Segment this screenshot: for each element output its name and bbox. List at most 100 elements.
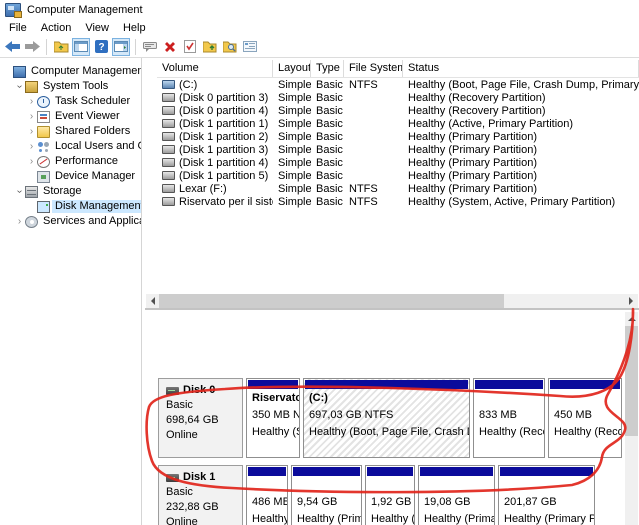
sidebar-item-performance[interactable]: ›Performance (0, 154, 141, 169)
volume-row[interactable]: (C:)SimpleBasicNTFSHealthy (Boot, Page F… (157, 78, 639, 91)
partition-0-3[interactable]: 450 MBHealthy (Reco (548, 378, 622, 458)
partition-1-0[interactable]: 486 MBHealthy (246, 465, 288, 525)
cell-layout: Simple (273, 92, 311, 104)
volume-row[interactable]: Riservato per il sistemaSimpleBasicNTFSH… (157, 195, 639, 208)
partition-name: Riservato pe (247, 390, 299, 407)
partition-type-bar (248, 467, 286, 476)
cell-volume: Lexar (F:) (157, 183, 273, 195)
callout-icon[interactable] (141, 38, 159, 56)
scroll-up-icon[interactable] (625, 312, 638, 325)
partition-0-2[interactable]: 833 MBHealthy (Recov (473, 378, 545, 458)
horizontal-scrollbar[interactable] (146, 294, 638, 308)
cell-volume: (Disk 1 partition 2) (157, 131, 273, 143)
chevron-expanded-icon[interactable]: › (14, 81, 25, 92)
menu-action[interactable]: Action (34, 21, 79, 35)
chevron-collapsed-icon[interactable]: › (26, 141, 37, 152)
open-folder-icon[interactable] (201, 38, 219, 56)
volume-list: VolumeLayoutTypeFile SystemStatus (C:)Si… (157, 60, 639, 294)
partition-type-bar (500, 467, 593, 476)
chevron-collapsed-icon[interactable]: › (26, 126, 37, 137)
partition-status: Healthy (P (366, 511, 414, 525)
chevron-collapsed-icon[interactable]: › (26, 111, 37, 122)
sidebar-item-local-users-and-groups[interactable]: ›Local Users and Groups (0, 139, 141, 154)
column-header-layout[interactable]: Layout (273, 60, 311, 77)
menu-view[interactable]: View (78, 21, 116, 35)
disk-state: Online (166, 515, 242, 525)
sidebar-item-system-tools[interactable]: › System Tools (0, 79, 141, 94)
chevron-collapsed-icon[interactable]: › (14, 216, 25, 227)
volume-row[interactable]: Lexar (F:)SimpleBasicNTFSHealthy (Primar… (157, 182, 639, 195)
vertical-scrollbar-thumb[interactable] (625, 326, 638, 436)
partition-1-4[interactable]: 201,87 GBHealthy (Primary Pa (498, 465, 595, 525)
sidebar-item-storage[interactable]: › Storage (0, 184, 141, 199)
chevron-collapsed-icon[interactable]: › (26, 156, 37, 167)
scroll-left-icon[interactable] (146, 294, 159, 308)
sidebar-item-services-and-applications[interactable]: ›Services and Applications (0, 214, 141, 229)
sidebar-item-shared-folders[interactable]: ›Shared Folders (0, 124, 141, 139)
partition-name (499, 477, 594, 494)
sidebar-item-label: Storage (40, 185, 85, 198)
partition-name (474, 390, 544, 407)
storage-icon (25, 186, 38, 198)
partition-1-3[interactable]: 19,08 GBHealthy (Prima (418, 465, 495, 525)
disk-kind: Basic (166, 398, 242, 413)
cell-type: Basic (311, 79, 344, 91)
volume-name: (C:) (179, 79, 197, 91)
horizontal-scrollbar-thumb[interactable] (159, 294, 504, 308)
column-header-volume[interactable]: Volume (157, 60, 273, 77)
volume-icon (162, 80, 175, 89)
disk-label-1[interactable]: Disk 1Basic232,88 GBOnline (158, 465, 243, 525)
sidebar-item-device-manager[interactable]: Device Manager (0, 169, 141, 184)
mark-partition-icon[interactable] (181, 38, 199, 56)
menu-file[interactable]: File (2, 21, 34, 35)
volume-row[interactable]: (Disk 1 partition 4)SimpleBasicHealthy (… (157, 156, 639, 169)
show-action-pane-icon[interactable] (112, 38, 130, 56)
partition-1-2[interactable]: 1,92 GBHealthy (P (365, 465, 415, 525)
cell-layout: Simple (273, 131, 311, 143)
volume-row[interactable]: (Disk 1 partition 3)SimpleBasicHealthy (… (157, 143, 639, 156)
sidebar-item-label: Device Manager (52, 170, 138, 183)
partition-1-1[interactable]: 9,54 GBHealthy (Prim (291, 465, 362, 525)
volume-row[interactable]: (Disk 0 partition 3)SimpleBasicHealthy (… (157, 91, 639, 104)
sidebar-item-computer-management-local-[interactable]: Computer Management (Local) (0, 64, 141, 79)
sidebar-item-task-scheduler[interactable]: ›Task Scheduler (0, 94, 141, 109)
back-icon[interactable] (3, 38, 21, 56)
properties-icon[interactable] (241, 38, 259, 56)
column-header-type[interactable]: Type (311, 60, 344, 77)
partition-size: 201,87 GB (499, 494, 594, 511)
sidebar-item-event-viewer[interactable]: ›Event Viewer (0, 109, 141, 124)
volume-list-header: VolumeLayoutTypeFile SystemStatus (157, 60, 639, 78)
sidebar-item-disk-management[interactable]: Disk Management (0, 199, 141, 214)
chevron-expanded-icon[interactable]: › (14, 186, 25, 197)
volume-name: (Disk 1 partition 5) (179, 170, 268, 182)
forward-icon[interactable] (23, 38, 41, 56)
volume-icon (162, 171, 175, 180)
horizontal-scrollbar-track[interactable] (504, 294, 625, 308)
computer-management-window: Computer Management FileActionViewHelp ? (0, 0, 639, 525)
volume-row[interactable]: (Disk 0 partition 4)SimpleBasicHealthy (… (157, 104, 639, 117)
show-console-tree-icon[interactable] (72, 38, 90, 56)
menu-help[interactable]: Help (116, 21, 153, 35)
up-one-level-icon[interactable] (52, 38, 70, 56)
vertical-scrollbar[interactable] (625, 312, 638, 525)
partition-0-1[interactable]: (C:)697,03 GB NTFSHealthy (Boot, Page Fi… (303, 378, 470, 458)
chevron-collapsed-icon[interactable]: › (26, 96, 37, 107)
partition-0-0[interactable]: Riservato pe350 MB NTFSHealthy (Syst (246, 378, 300, 458)
partition-name (366, 477, 414, 494)
volume-icon (162, 197, 175, 206)
disk-label-0[interactable]: Disk 0Basic698,64 GBOnline (158, 378, 243, 458)
volume-row[interactable]: (Disk 1 partition 1)SimpleBasicHealthy (… (157, 117, 639, 130)
volume-row[interactable]: (Disk 1 partition 2)SimpleBasicHealthy (… (157, 130, 639, 143)
explore-folder-icon[interactable] (221, 38, 239, 56)
column-header-file-system[interactable]: File System (344, 60, 403, 77)
cell-volume: (Disk 1 partition 1) (157, 118, 273, 130)
volume-row[interactable]: (Disk 1 partition 5)SimpleBasicHealthy (… (157, 169, 639, 182)
partition-size: 697,03 GB NTFS (304, 407, 469, 424)
column-header-status[interactable]: Status (403, 60, 639, 77)
delete-volume-icon[interactable] (161, 38, 179, 56)
volume-icon (162, 132, 175, 141)
scroll-right-icon[interactable] (625, 294, 638, 308)
sidebar-item-label: System Tools (40, 80, 111, 93)
help-icon[interactable]: ? (92, 38, 110, 56)
cell-fs: NTFS (344, 196, 403, 208)
